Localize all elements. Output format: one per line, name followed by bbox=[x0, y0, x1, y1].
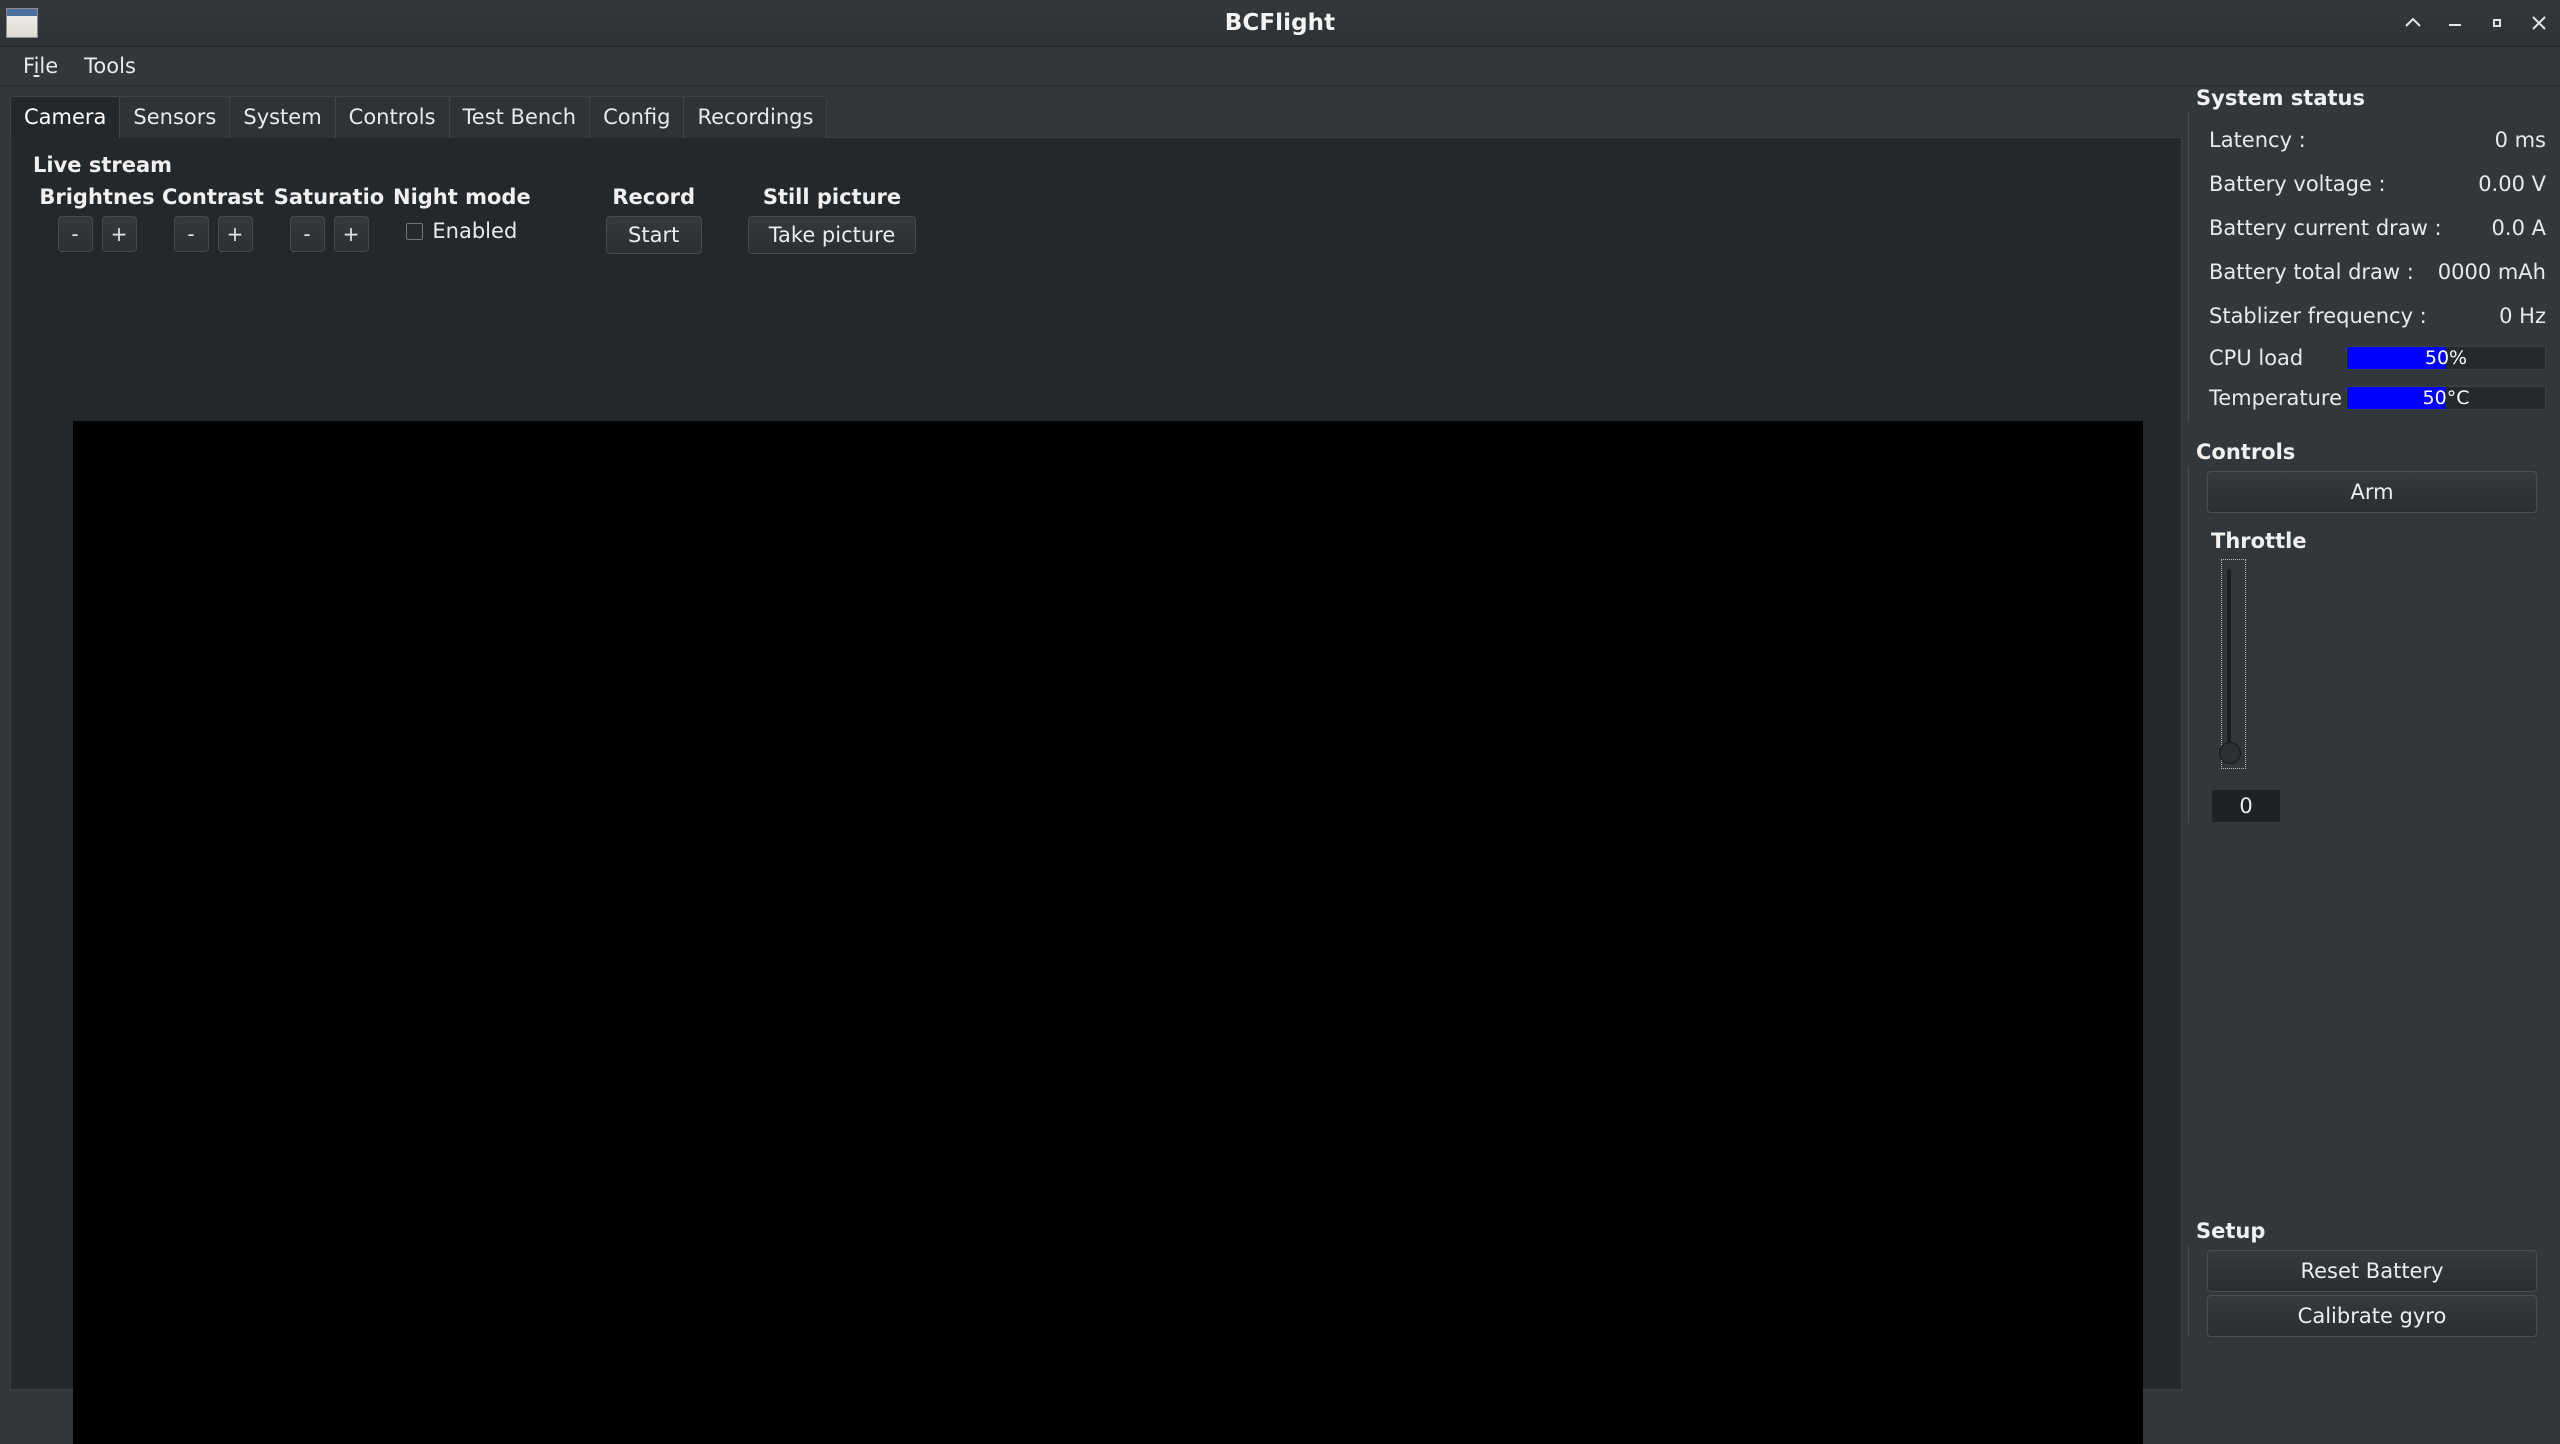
tab-recordings[interactable]: Recordings bbox=[683, 96, 828, 138]
brightness-control: Brightnes - + bbox=[39, 184, 155, 252]
temperature-progress-bar: 50°C bbox=[2346, 386, 2546, 410]
controls-frame: Arm Throttle 0 bbox=[2188, 466, 2560, 823]
live-video-view[interactable] bbox=[73, 421, 2143, 1444]
throttle-slider-handle[interactable] bbox=[2219, 742, 2241, 764]
arm-button[interactable]: Arm bbox=[2207, 471, 2537, 513]
close-button[interactable] bbox=[2518, 0, 2560, 46]
temperature-label: Temperature bbox=[2209, 386, 2343, 410]
night-mode-checkbox-label: Enabled bbox=[432, 219, 518, 243]
status-row-battery-voltage: Battery voltage : 0.00 V bbox=[2209, 162, 2546, 206]
status-row-battery-current-draw: Battery current draw : 0.0 A bbox=[2209, 206, 2546, 250]
tab-test-bench[interactable]: Test Bench bbox=[448, 96, 591, 138]
record-label: Record bbox=[612, 185, 696, 209]
temperature-row: Temperature 50°C bbox=[2209, 378, 2546, 418]
camera-tab-panel: Live stream Brightnes - + Contrast - + S… bbox=[10, 137, 2182, 1444]
latency-label: Latency : bbox=[2209, 128, 2306, 152]
system-status-frame: Latency : 0 ms Battery voltage : 0.00 V … bbox=[2188, 112, 2560, 422]
main-content-pane: Camera Sensors System Controls Test Benc… bbox=[0, 86, 2182, 1444]
battery-voltage-value: 0.00 V bbox=[2478, 172, 2546, 196]
brightness-increase-button[interactable]: + bbox=[101, 216, 137, 252]
system-status-rows: Latency : 0 ms Battery voltage : 0.00 V … bbox=[2189, 114, 2560, 422]
throttle-title: Throttle bbox=[2211, 529, 2307, 553]
cpu-load-progress-bar: 50% bbox=[2346, 346, 2546, 370]
menu-item-tools[interactable]: Tools bbox=[71, 51, 149, 81]
saturation-label: Saturatio bbox=[273, 185, 385, 209]
tab-config[interactable]: Config bbox=[589, 96, 685, 138]
status-row-latency: Latency : 0 ms bbox=[2209, 118, 2546, 162]
brightness-label: Brightnes bbox=[39, 185, 155, 209]
controls-block: Controls Arm Throttle 0 bbox=[2186, 440, 2560, 823]
system-status-title: System status bbox=[2196, 86, 2365, 110]
record-start-button[interactable]: Start bbox=[605, 216, 702, 254]
cpu-load-label: CPU load bbox=[2209, 346, 2304, 370]
stabilizer-frequency-value: 0 Hz bbox=[2499, 304, 2546, 328]
status-row-stabilizer-frequency: Stablizer frequency : 0 Hz bbox=[2209, 294, 2546, 338]
brightness-decrease-button[interactable]: - bbox=[57, 216, 93, 252]
night-mode-checkbox[interactable] bbox=[406, 222, 424, 240]
setup-title: Setup bbox=[2196, 1219, 2266, 1243]
record-control: Record Start bbox=[605, 184, 702, 254]
night-mode-enabled-row[interactable]: Enabled bbox=[406, 219, 517, 243]
contrast-label: Contrast bbox=[162, 185, 264, 209]
calibrate-gyro-button[interactable]: Calibrate gyro bbox=[2207, 1295, 2537, 1337]
night-mode-control: Night mode Enabled bbox=[393, 184, 531, 243]
throttle-slider[interactable] bbox=[2211, 557, 2247, 779]
temperature-progress-text: 50°C bbox=[2422, 387, 2470, 409]
stabilizer-frequency-label: Stablizer frequency : bbox=[2209, 304, 2427, 328]
sidebar: System status Latency : 0 ms Battery vol… bbox=[2182, 86, 2560, 1401]
work-area: Camera Sensors System Controls Test Benc… bbox=[0, 86, 2560, 1444]
tab-system[interactable]: System bbox=[229, 96, 336, 138]
menu-item-file[interactable]: File bbox=[10, 51, 71, 81]
battery-current-draw-label: Battery current draw : bbox=[2209, 216, 2442, 240]
status-row-battery-total-draw: Battery total draw : 0000 mAh bbox=[2209, 250, 2546, 294]
application-window-icon bbox=[6, 8, 38, 38]
reset-battery-button[interactable]: Reset Battery bbox=[2207, 1250, 2537, 1292]
throttle-slider-focus-outline bbox=[2221, 559, 2246, 769]
contrast-decrease-button[interactable]: - bbox=[173, 216, 209, 252]
setup-frame: Reset Battery Calibrate gyro bbox=[2188, 1245, 2560, 1337]
battery-current-draw-value: 0.0 A bbox=[2491, 216, 2546, 240]
window-title: BCFlight bbox=[1224, 10, 1336, 36]
tab-camera[interactable]: Camera bbox=[10, 96, 121, 138]
throttle-value-field[interactable]: 0 bbox=[2211, 789, 2281, 823]
contrast-increase-button[interactable]: + bbox=[217, 216, 253, 252]
battery-total-draw-value: 0000 mAh bbox=[2437, 260, 2546, 284]
contrast-control: Contrast - + bbox=[155, 184, 271, 252]
saturation-decrease-button[interactable]: - bbox=[289, 216, 325, 252]
live-stream-title: Live stream bbox=[33, 153, 173, 177]
saturation-increase-button[interactable]: + bbox=[333, 216, 369, 252]
tab-sensors[interactable]: Sensors bbox=[119, 96, 231, 138]
night-mode-label: Night mode bbox=[393, 185, 531, 209]
setup-block: Setup Reset Battery Calibrate gyro bbox=[2186, 1219, 2560, 1337]
title-bar: BCFlight bbox=[0, 0, 2560, 47]
still-picture-control: Still picture Take picture bbox=[747, 184, 917, 254]
saturation-control: Saturatio - + bbox=[271, 184, 387, 252]
battery-total-draw-label: Battery total draw : bbox=[2209, 260, 2414, 284]
latency-value: 0 ms bbox=[2494, 128, 2546, 152]
tab-bar: Camera Sensors System Controls Test Benc… bbox=[10, 94, 2182, 138]
still-picture-label: Still picture bbox=[762, 185, 902, 209]
take-picture-button[interactable]: Take picture bbox=[747, 216, 917, 254]
maximize-button[interactable] bbox=[2476, 0, 2518, 46]
shade-button[interactable] bbox=[2392, 0, 2434, 46]
menu-bar: File Tools bbox=[0, 47, 2560, 86]
minimize-button[interactable] bbox=[2434, 0, 2476, 46]
cpu-load-row: CPU load 50% bbox=[2209, 338, 2546, 378]
throttle-slider-groove bbox=[2227, 569, 2231, 759]
camera-controls-row: Brightnes - + Contrast - + Saturatio - +… bbox=[39, 184, 2181, 254]
controls-title: Controls bbox=[2196, 440, 2296, 464]
battery-voltage-label: Battery voltage : bbox=[2209, 172, 2386, 196]
window-controls bbox=[2392, 0, 2560, 46]
cpu-load-progress-text: 50% bbox=[2424, 347, 2468, 369]
tab-controls[interactable]: Controls bbox=[334, 96, 450, 138]
